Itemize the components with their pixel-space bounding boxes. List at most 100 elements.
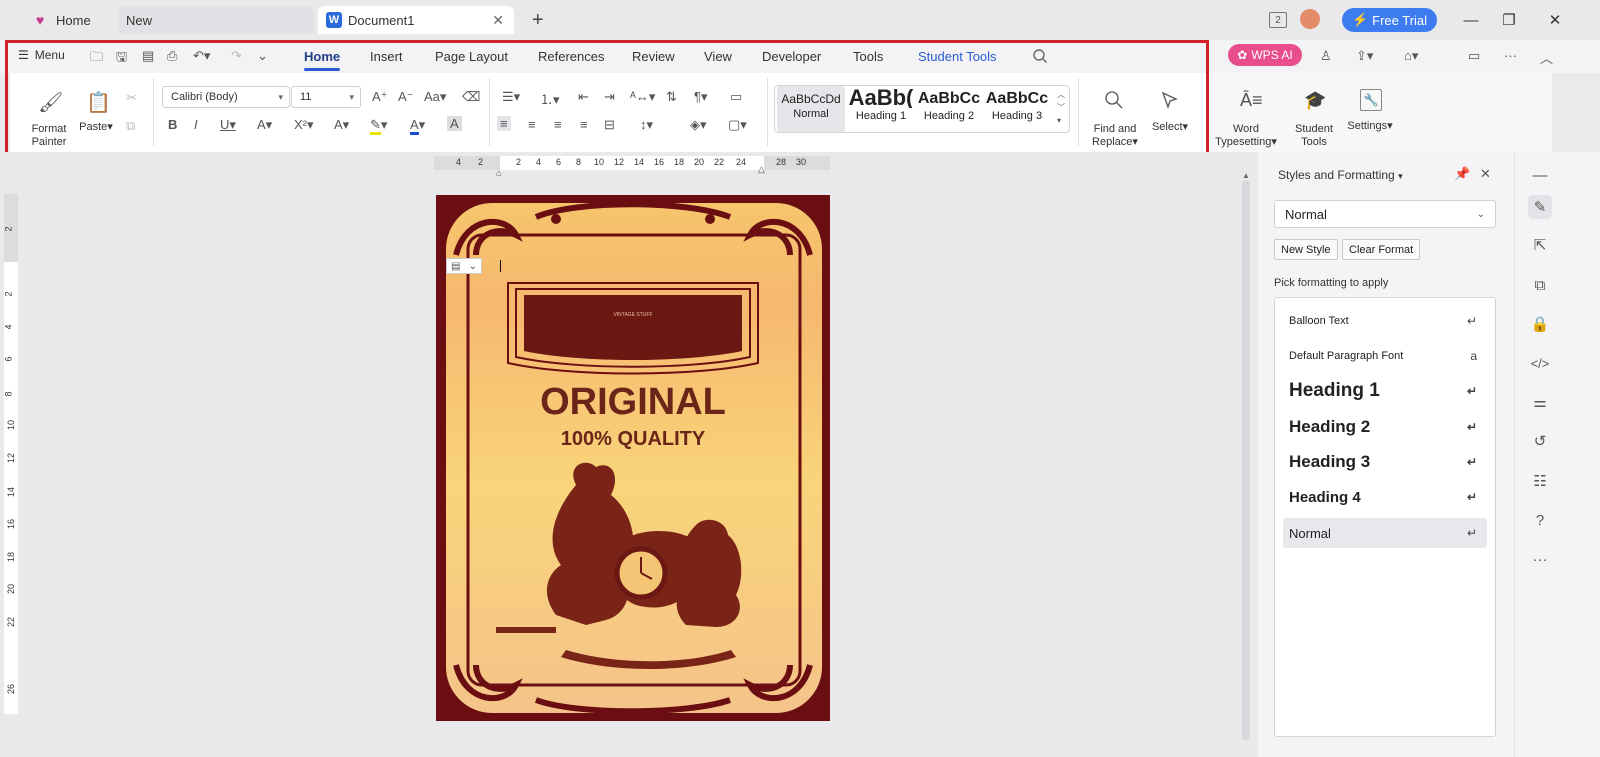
new-style-button[interactable]: New Style	[1274, 239, 1338, 260]
distribute-icon[interactable]: ⊟	[604, 117, 615, 133]
style-item-default-paragraph-font[interactable]: Default Paragraph Font a	[1283, 341, 1487, 371]
open-folder-icon[interactable]: 🗀	[90, 48, 103, 70]
italic-icon[interactable]: I	[194, 117, 198, 132]
tab-document[interactable]: W Document1 ✕	[318, 6, 514, 34]
font-name-select[interactable]: Calibri (Body) ▾	[162, 86, 290, 108]
style-item-heading-4[interactable]: Heading 4 ↵	[1283, 482, 1487, 512]
save-icon[interactable]: 🖫	[116, 48, 127, 70]
horizontal-ruler[interactable]: 4 2 2 4 6 8 10 12 14 16 18 20 22 24 28 3…	[434, 156, 830, 170]
chinese-layout-icon[interactable]: ᴬ↔▾	[630, 89, 655, 105]
tab-insert[interactable]: Insert	[370, 49, 403, 64]
borders-icon[interactable]: ▢▾	[728, 117, 747, 133]
style-heading-3[interactable]: AaBbCc Heading 3	[983, 86, 1051, 132]
highlight-icon[interactable]: ✎▾	[370, 117, 387, 135]
justify-icon[interactable]: ≡	[580, 117, 588, 132]
pen-icon[interactable]: ✎	[1528, 195, 1552, 219]
align-left-icon[interactable]: ≡	[497, 116, 511, 131]
tab-tools[interactable]: Tools	[853, 49, 883, 64]
line-spacing-icon[interactable]: ↕▾	[640, 117, 653, 133]
scroll-up-icon[interactable]: ▲	[1242, 171, 1250, 180]
current-style-select[interactable]: Normal ⌄	[1274, 200, 1496, 228]
font-color-icon[interactable]: A▾	[410, 117, 425, 135]
gallery-scroll-icon[interactable]: ︿ ﹀ ▾	[1057, 88, 1065, 127]
tree-structure-icon[interactable]: ☷	[1528, 469, 1552, 493]
decrease-indent-icon[interactable]: ⇤	[578, 89, 589, 105]
decrease-font-icon[interactable]: A⁻	[398, 89, 414, 105]
style-item-heading-2[interactable]: Heading 2 ↵	[1283, 412, 1487, 442]
sort-icon[interactable]: ⇅	[666, 89, 677, 105]
strikethrough-icon[interactable]: A▾	[257, 117, 272, 133]
user-share-icon[interactable]: ♙	[1320, 48, 1332, 64]
word-typesetting-button[interactable]: Word Typesetting▾	[1212, 123, 1280, 149]
underline-icon[interactable]: U▾	[220, 117, 236, 133]
wps-ai-button[interactable]: ✿ WPS AI	[1228, 44, 1302, 66]
text-effect-icon[interactable]: A▾	[334, 117, 349, 133]
share-icon[interactable]: ⇪▾	[1356, 48, 1373, 64]
menu-button[interactable]: ☰ Menu	[18, 48, 65, 62]
indent-marker-icon[interactable]: ⌂	[496, 168, 501, 178]
settings-button[interactable]: Settings▾	[1342, 120, 1398, 133]
tab-developer[interactable]: Developer	[762, 49, 821, 64]
style-normal[interactable]: AaBbCcDd Normal	[777, 86, 845, 132]
undo-icon[interactable]: ↶▾	[193, 48, 210, 64]
style-item-heading-3[interactable]: Heading 3 ↵	[1283, 447, 1487, 477]
align-right-icon[interactable]: ≡	[554, 117, 562, 132]
minimize-sidebar-icon[interactable]: —	[1528, 163, 1552, 187]
font-size-select[interactable]: 11 ▾	[291, 86, 361, 108]
cut-icon[interactable]: ✂	[126, 90, 137, 106]
page-count-icon[interactable]: 2	[1268, 10, 1288, 30]
free-trial-button[interactable]: ⚡ Free Trial	[1342, 8, 1437, 32]
collapse-ribbon-icon[interactable]: ︿	[1540, 48, 1553, 67]
code-icon[interactable]: </>	[1528, 351, 1552, 375]
clear-formatting-icon[interactable]: ⌫	[462, 89, 480, 105]
print-icon[interactable]: ⎙	[167, 48, 177, 64]
select-button[interactable]: Select▾	[1148, 121, 1192, 134]
shading-icon[interactable]: ◈▾	[690, 117, 707, 133]
clear-format-button[interactable]: Clear Format	[1342, 239, 1421, 260]
redo-icon[interactable]: ↷	[231, 48, 242, 64]
find-replace-button[interactable]: Find and Replace▾	[1088, 123, 1142, 149]
lock-icon[interactable]: 🔒	[1528, 312, 1552, 336]
tab-page-layout[interactable]: Page Layout	[435, 49, 508, 64]
add-tab-icon[interactable]: +	[532, 9, 544, 32]
avatar[interactable]	[1300, 9, 1320, 29]
history-icon[interactable]: ↺	[1528, 429, 1552, 453]
close-window-button[interactable]: ✕	[1540, 8, 1570, 32]
vertical-ruler[interactable]: 2 2 4 6 8 10 12 14 16 18 20 22 26	[4, 194, 18, 714]
tab-review[interactable]: Review	[632, 49, 675, 64]
format-painter-button[interactable]: Format Painter	[28, 123, 70, 149]
distributed-icon[interactable]: ▭	[730, 89, 742, 105]
tab-home-ribbon[interactable]: Home	[304, 49, 341, 71]
comment-icon[interactable]: ▭	[1468, 48, 1480, 64]
tab-new[interactable]: New	[118, 6, 314, 34]
copy-icon[interactable]: ⧉	[126, 118, 135, 134]
right-indent-marker-icon[interactable]: △	[758, 164, 765, 175]
panel-title[interactable]: Styles and Formatting ▾	[1278, 168, 1403, 182]
more-options-icon[interactable]: ···	[1504, 48, 1517, 63]
tab-student-tools[interactable]: Student Tools	[918, 49, 997, 64]
document-page[interactable]: VINTAGE STUFF ORIGINAL 100% QUALITY	[436, 195, 830, 721]
help-icon[interactable]: ?	[1528, 508, 1552, 532]
customize-chevron-icon[interactable]: ⌄	[257, 48, 268, 64]
bullets-icon[interactable]: ☰▾	[502, 89, 520, 105]
pin-icon[interactable]: 📌	[1454, 166, 1470, 182]
export-pdf-icon[interactable]: ▤	[142, 48, 154, 64]
vertical-scrollbar[interactable]	[1242, 180, 1250, 740]
change-case-icon[interactable]: Aa▾	[424, 89, 446, 105]
more-icon[interactable]: ···	[1528, 547, 1552, 571]
search-icon[interactable]	[1032, 48, 1048, 64]
numbering-icon[interactable]: ⒈▾	[540, 89, 560, 108]
restore-button[interactable]: ❐	[1494, 8, 1524, 32]
increase-indent-icon[interactable]: ⇥	[604, 89, 615, 105]
tab-references[interactable]: References	[538, 49, 604, 64]
align-center-icon[interactable]: ≡	[528, 117, 536, 132]
sliders-icon[interactable]: ⚌	[1528, 390, 1552, 414]
cursor-select-icon[interactable]: ⇱	[1528, 233, 1552, 257]
show-marks-icon[interactable]: ¶▾	[694, 89, 708, 105]
style-item-balloon-text[interactable]: Balloon Text ↵	[1283, 306, 1487, 336]
tab-home[interactable]: ♥ Home	[22, 6, 114, 34]
increase-font-icon[interactable]: A⁺	[372, 89, 388, 105]
paste-button[interactable]: Paste▾	[76, 121, 116, 134]
close-tab-icon[interactable]: ✕	[492, 12, 504, 29]
close-panel-icon[interactable]: ✕	[1480, 166, 1491, 182]
